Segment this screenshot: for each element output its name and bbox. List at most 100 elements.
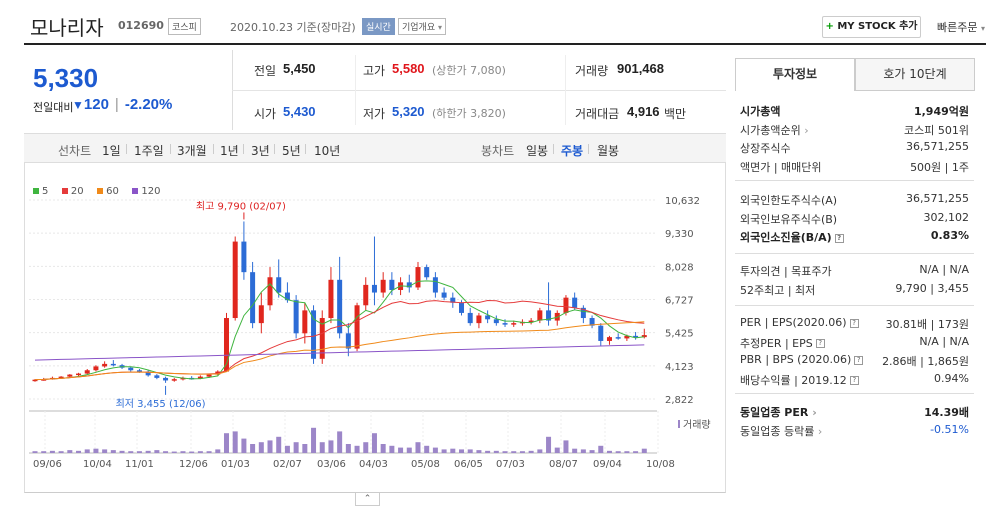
volume-bar bbox=[32, 451, 38, 453]
tab-period-10y[interactable]: 10년 bbox=[314, 142, 340, 159]
candle-body bbox=[572, 297, 578, 308]
volume-bar bbox=[102, 449, 108, 453]
help-icon[interactable]: ? bbox=[854, 355, 864, 365]
info-row[interactable]: 추정PER | EPS? N/A | N/A bbox=[740, 335, 969, 351]
info-value: 0.83% bbox=[930, 229, 969, 242]
candle-body bbox=[389, 279, 395, 290]
tab-candle-weekly[interactable]: 주봉 bbox=[561, 142, 583, 159]
min-price-annotation: 최저 3,455 (12/06) bbox=[116, 398, 206, 410]
candle-body bbox=[84, 370, 90, 374]
volume-bar bbox=[293, 442, 299, 453]
tab-investment-info[interactable]: 투자정보 bbox=[735, 58, 855, 91]
info-label: 동일업종 등락률 › bbox=[740, 424, 823, 438]
volume-bar bbox=[485, 450, 491, 453]
tab-candle-monthly[interactable]: 월봉 bbox=[597, 142, 619, 159]
volume-bar bbox=[328, 440, 334, 453]
tab-period-1w[interactable]: 1주일 bbox=[134, 142, 164, 159]
x-tick-label: 03/06 bbox=[317, 459, 346, 470]
company-overview-dropdown[interactable]: 기업개요 ▾ bbox=[398, 18, 447, 35]
volume-bar bbox=[371, 433, 377, 453]
volume-bar bbox=[258, 442, 264, 453]
info-row[interactable]: 시가총액순위 › 코스피 501위 bbox=[740, 122, 969, 138]
candle-body bbox=[128, 367, 134, 371]
candle-body bbox=[311, 310, 317, 359]
volume-bar bbox=[41, 451, 47, 453]
volume-bar bbox=[311, 427, 317, 453]
candle-body bbox=[432, 277, 438, 293]
info-row[interactable]: 외국인소진율(B/A)? 0.83% bbox=[740, 229, 969, 245]
candle-body bbox=[154, 375, 160, 378]
candle-body bbox=[537, 310, 543, 321]
x-tick-label: 10/04 bbox=[83, 459, 112, 470]
y-tick-label: 2,822 bbox=[665, 395, 694, 406]
x-tick-label: 09/06 bbox=[33, 459, 62, 470]
y-tick-label: 6,727 bbox=[665, 296, 694, 307]
stock-code: 012690 bbox=[118, 19, 164, 32]
volume-bar bbox=[110, 450, 116, 453]
candle-body bbox=[598, 325, 604, 341]
info-label: PER | EPS(2020.06)? bbox=[740, 316, 859, 329]
volume-bar bbox=[354, 445, 360, 453]
volume-bar bbox=[554, 447, 560, 453]
info-row[interactable]: 동일업종 PER › 14.39배 bbox=[740, 404, 969, 420]
info-label: 외국인소진율(B/A)? bbox=[740, 229, 844, 245]
collapse-chart-button[interactable]: ⌃ bbox=[355, 492, 380, 506]
add-mystock-button[interactable]: + MY STOCK 추가 bbox=[822, 16, 921, 38]
candle-body bbox=[476, 315, 482, 324]
info-row[interactable]: 배당수익률 | 2019.12? 0.94% bbox=[740, 372, 969, 388]
volume-legend-label: 거래량 bbox=[683, 419, 711, 431]
volume-bar bbox=[424, 445, 430, 453]
info-row: 액면가 | 매매단위 500원 | 1주 bbox=[740, 159, 969, 175]
x-tick-label: 06/05 bbox=[454, 459, 483, 470]
realtime-tag[interactable]: 실시간 bbox=[362, 18, 395, 35]
volume-label: 거래량 bbox=[575, 64, 609, 78]
candle-body bbox=[563, 297, 569, 313]
volume-bar bbox=[197, 451, 203, 453]
info-value: 9,790 | 3,455 bbox=[895, 281, 969, 295]
volume-bar bbox=[84, 449, 90, 453]
line-chart-label: 선차트 bbox=[58, 144, 92, 158]
volume-bar bbox=[398, 447, 404, 453]
high-value: 5,580 bbox=[392, 61, 425, 76]
candle-body bbox=[76, 373, 82, 376]
help-icon[interactable]: ? bbox=[849, 376, 859, 385]
volume-bar bbox=[589, 450, 595, 453]
info-row[interactable]: PBR | BPS (2020.06)? 2.86배 | 1,865원 bbox=[740, 353, 969, 369]
info-label: 동일업종 PER › bbox=[740, 406, 817, 419]
volume-bar bbox=[337, 431, 343, 453]
volume-bar bbox=[615, 451, 621, 453]
candle-body bbox=[424, 267, 430, 278]
info-label: 외국인한도주식수(A) bbox=[740, 194, 838, 207]
volume-bar bbox=[171, 451, 177, 453]
low-label: 저가 bbox=[363, 107, 386, 121]
candle-body bbox=[493, 319, 499, 324]
volume-bar bbox=[450, 448, 456, 453]
help-icon[interactable]: ? bbox=[834, 233, 844, 243]
tab-period-1d[interactable]: 1일 bbox=[102, 142, 121, 159]
info-value: N/A | N/A bbox=[919, 263, 969, 276]
max-price-annotation: 최고 9,790 (02/07) bbox=[196, 200, 286, 212]
quote-date: 2020.10.23 기준(장마감) bbox=[230, 21, 356, 34]
help-icon[interactable]: ? bbox=[815, 339, 825, 348]
tab-period-3m[interactable]: 3개월 bbox=[177, 142, 207, 159]
tab-order-book[interactable]: 호가 10단계 bbox=[855, 58, 975, 91]
info-row[interactable]: 동일업종 등락률 › -0.51% bbox=[740, 423, 969, 439]
tab-period-5y[interactable]: 5년 bbox=[282, 142, 301, 159]
divider bbox=[735, 305, 974, 306]
quick-order-dropdown[interactable]: 빠른주문 ▾ bbox=[937, 19, 985, 35]
help-icon[interactable]: ? bbox=[849, 318, 859, 328]
change-value: ▼120 | -2.20% bbox=[72, 96, 173, 113]
tab-period-1y[interactable]: 1년 bbox=[220, 142, 239, 159]
info-row[interactable]: PER | EPS(2020.06)? 30.81배 | 173원 bbox=[740, 316, 969, 332]
candle-body bbox=[328, 279, 334, 319]
info-value: 14.39배 bbox=[924, 406, 969, 419]
candle-body bbox=[276, 277, 282, 293]
amount-value: 4,916 bbox=[627, 104, 660, 119]
volume-bar bbox=[519, 451, 525, 453]
candle-body bbox=[354, 305, 360, 349]
candle-body bbox=[459, 302, 465, 313]
volume-bar bbox=[476, 450, 482, 453]
tab-period-3y[interactable]: 3년 bbox=[251, 142, 270, 159]
tab-candle-daily[interactable]: 일봉 bbox=[526, 142, 548, 159]
info-label: 상장주식수 bbox=[740, 142, 791, 155]
